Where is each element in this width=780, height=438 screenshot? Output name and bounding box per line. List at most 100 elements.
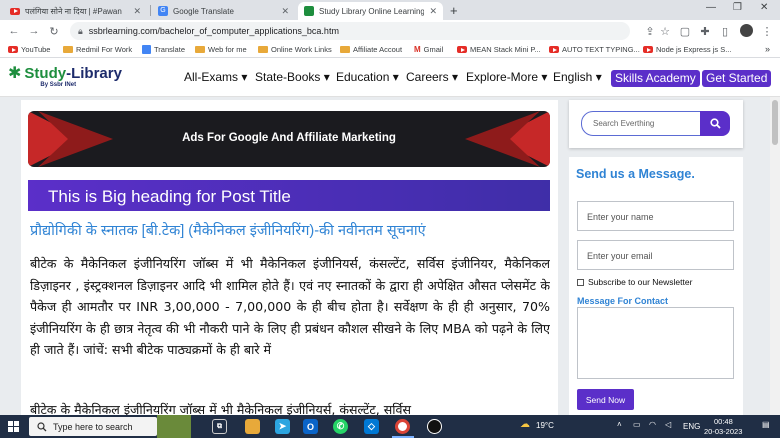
telegram-icon[interactable]: ➤ xyxy=(275,419,290,434)
chrome-icon[interactable] xyxy=(395,419,410,434)
browser-tab-translate[interactable]: G Google Translate ✕ xyxy=(152,2,295,20)
skills-academy-button[interactable]: Skills Academy xyxy=(611,70,700,87)
task-view-icon[interactable]: ⧉ xyxy=(212,419,227,434)
ad-banner[interactable]: Ads For Google And Affiliate Marketing xyxy=(28,111,550,167)
notifications-icon[interactable]: ▤ xyxy=(762,420,770,429)
bookmark-youtube[interactable]: YouTube xyxy=(8,45,50,54)
youtube-icon xyxy=(8,46,18,53)
article-paragraph: बीटेक के मैकेनिकल इंजीनियरिंग जॉब्स में … xyxy=(30,402,412,415)
bookmark-label: Online Work Links xyxy=(271,45,332,54)
bookmark-redmil[interactable]: Redmil For Work xyxy=(63,45,132,54)
email-field[interactable]: Enter your email xyxy=(577,240,734,270)
close-icon[interactable]: ✕ xyxy=(133,6,141,17)
browser-tab-study-library[interactable]: Study Library Online Learning ✕ xyxy=(298,2,443,20)
message-label: Message For Contact xyxy=(577,296,669,306)
bookmark-label: AUTO TEXT TYPING... xyxy=(562,45,640,54)
bookmark-label: MEAN Stack Mini P... xyxy=(470,45,541,54)
tab-search-icon[interactable]: ▢ xyxy=(675,25,695,38)
logo-name-a: Study xyxy=(24,65,67,82)
bookmark-affiliate[interactable]: Affiliate Accout xyxy=(340,45,402,54)
temperature[interactable]: 19°C xyxy=(536,421,554,430)
logo-tagline: By Ssbr INet xyxy=(40,82,77,88)
bookmark-mean-stack[interactable]: MEAN Stack Mini P... xyxy=(457,45,541,54)
file-explorer-icon[interactable] xyxy=(245,419,260,434)
lock-icon: 🔒︎ xyxy=(78,25,83,36)
name-field[interactable]: Enter your name xyxy=(577,201,734,231)
clock-date[interactable]: 20-03-2023 xyxy=(704,427,742,436)
show-hidden-icons[interactable]: ˄ xyxy=(617,420,622,429)
bookmark-gmail[interactable]: M Gmail xyxy=(414,45,443,54)
menu-icon[interactable]: ⋮ xyxy=(757,25,777,38)
bookmark-label: Translate xyxy=(154,45,185,54)
get-started-button[interactable]: Get Started xyxy=(702,70,772,87)
site-logo[interactable]: ✱ Study-Library By Ssbr INet xyxy=(8,65,122,89)
subscribe-checkbox[interactable] xyxy=(577,278,584,286)
translate-icon xyxy=(142,45,151,54)
message-textarea[interactable] xyxy=(577,307,734,379)
post-title-banner: This is Big heading for Post Title xyxy=(28,180,550,211)
bookmark-translate[interactable]: Translate xyxy=(142,45,185,54)
close-icon[interactable]: ✕ xyxy=(429,6,437,17)
gmail-icon: M xyxy=(414,45,421,54)
profile-avatar[interactable] xyxy=(740,24,753,37)
browser-toolbar: ← → ↻ 🔒︎ ssbrlearning.com/bachelor_of_co… xyxy=(0,20,780,42)
address-bar[interactable]: 🔒︎ ssbrlearning.com/bachelor_of_computer… xyxy=(70,22,630,40)
scrollbar-thumb[interactable] xyxy=(772,100,778,145)
bookmark-label: Node js Express js S... xyxy=(656,45,732,54)
weather-icon[interactable]: ☁ xyxy=(520,419,530,430)
clock-time[interactable]: 00:48 xyxy=(714,417,733,426)
folder-icon xyxy=(340,46,350,53)
contact-title: Send us a Message. xyxy=(576,167,695,181)
more-bookmarks-icon[interactable]: » xyxy=(765,44,770,54)
article-heading[interactable]: प्रौद्योगिकी के स्नातक [बी.टेक] (मैकेनिक… xyxy=(30,220,555,240)
send-button[interactable]: Send Now xyxy=(577,389,634,410)
battery-icon[interactable]: ▭ xyxy=(633,420,641,429)
side-panel-icon[interactable]: ▯ xyxy=(715,25,735,38)
wifi-icon[interactable]: ◠ xyxy=(649,420,656,429)
folder-icon xyxy=(195,46,205,53)
bookmark-label: Affiliate Accout xyxy=(353,45,403,54)
nav-careers[interactable]: Careers ▾ xyxy=(406,70,458,84)
nav-all-exams[interactable]: All-Exams ▾ xyxy=(184,70,247,84)
new-tab-button[interactable]: + xyxy=(450,3,458,18)
windows-start-icon[interactable] xyxy=(8,421,19,432)
ad-text: Ads For Google And Affiliate Marketing xyxy=(182,132,396,144)
subscribe-row[interactable]: Subscribe to our Newsletter xyxy=(577,277,692,287)
taskbar-search[interactable]: Type here to search xyxy=(29,417,157,436)
back-icon[interactable]: ← xyxy=(4,25,24,37)
whatsapp-icon[interactable]: ✆ xyxy=(333,419,348,434)
bookmark-online-work[interactable]: Online Work Links xyxy=(258,45,332,54)
folder-icon xyxy=(63,46,73,53)
translate-icon: G xyxy=(158,6,168,16)
subscribe-label: Subscribe to our Newsletter xyxy=(588,277,693,287)
extensions-icon[interactable]: ✚ xyxy=(695,25,715,38)
youtube-icon xyxy=(10,7,20,15)
volume-icon[interactable]: ◁ xyxy=(665,420,671,429)
bookmark-web-for-me[interactable]: Web for me xyxy=(195,45,247,54)
logo-icon: ✱ xyxy=(8,65,22,82)
bookmark-node-express[interactable]: Node js Express js S... xyxy=(643,45,731,54)
search-input[interactable]: Search Everthing xyxy=(581,111,702,136)
close-window-button[interactable]: ✕ xyxy=(760,2,768,13)
nav-language[interactable]: English ▾ xyxy=(553,70,602,84)
youtube-icon xyxy=(549,46,559,53)
reload-icon[interactable]: ↻ xyxy=(44,25,64,38)
github-icon[interactable] xyxy=(427,419,442,434)
nav-explore-more[interactable]: Explore-More ▾ xyxy=(466,70,547,84)
forward-icon[interactable]: → xyxy=(24,25,44,37)
browser-tab-youtube[interactable]: पलंगिया सोने ना दिया | #Pawan ✕ xyxy=(4,2,147,20)
maximize-button[interactable]: ❐ xyxy=(733,2,742,13)
bookmark-star-icon[interactable]: ☆ xyxy=(655,25,675,38)
vscode-icon[interactable]: ◇ xyxy=(364,419,379,434)
close-icon[interactable]: ✕ xyxy=(281,6,289,17)
language-indicator[interactable]: ENG xyxy=(683,422,700,431)
folder-icon xyxy=(258,46,268,53)
bookmarks-bar: YouTube Redmil For Work Translate Web fo… xyxy=(0,42,780,58)
search-button[interactable] xyxy=(700,111,730,136)
nav-state-books[interactable]: State-Books ▾ xyxy=(255,70,330,84)
outlook-icon[interactable]: O xyxy=(303,419,318,434)
bookmark-auto-text[interactable]: AUTO TEXT TYPING... xyxy=(549,45,640,54)
minimize-button[interactable]: — xyxy=(706,2,716,13)
nav-education[interactable]: Education ▾ xyxy=(336,70,399,84)
url-text: ssbrlearning.com/bachelor_of_computer_ap… xyxy=(88,26,339,36)
